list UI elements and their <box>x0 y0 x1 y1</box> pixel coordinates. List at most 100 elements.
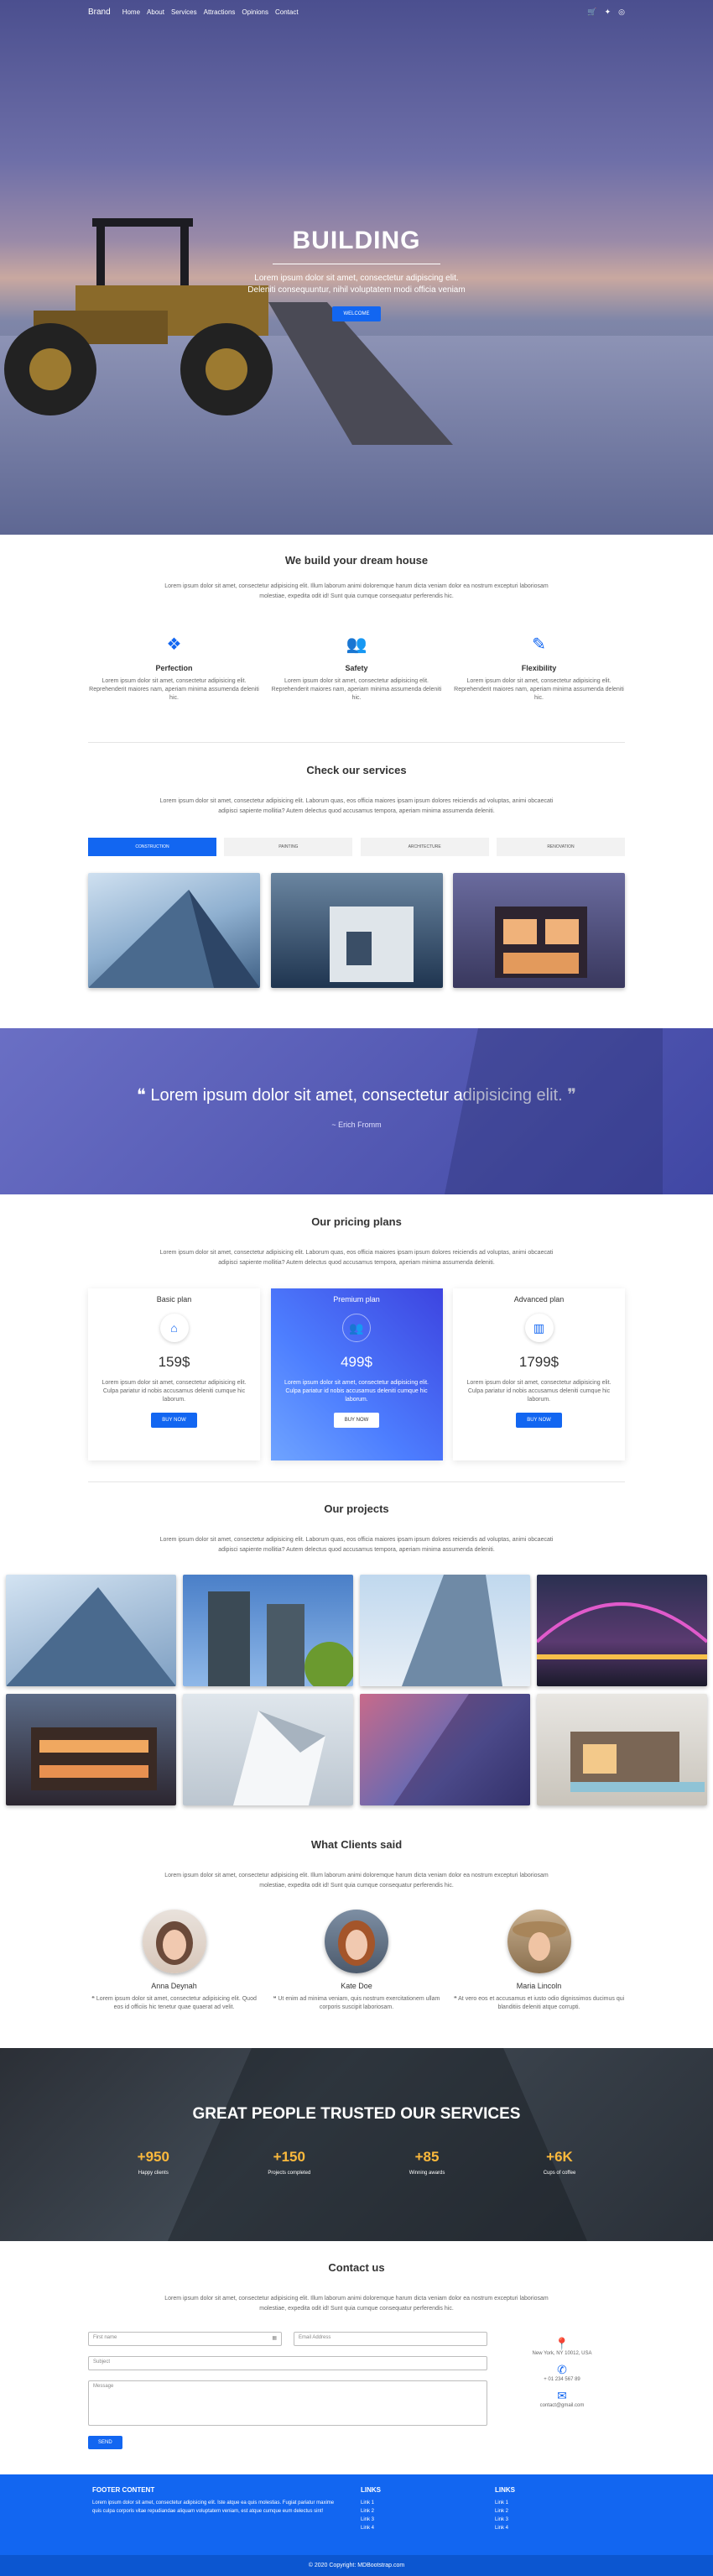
feature-flexibility: ✎ Flexibility Lorem ipsum dolor sit amet… <box>453 634 625 703</box>
project-image[interactable] <box>360 1694 530 1805</box>
nav-attractions[interactable]: Attractions <box>204 8 236 16</box>
users-icon: 👥 <box>342 1314 371 1342</box>
project-image[interactable] <box>183 1694 353 1805</box>
client-quote: Lorem ipsum dolor sit amet, consectetur … <box>96 1996 257 2010</box>
chart-icon: ▥ <box>525 1314 554 1342</box>
services-section: Check our services Lorem ipsum dolor sit… <box>0 764 713 817</box>
tab-construction[interactable]: Construction <box>88 838 216 856</box>
nav-opinions[interactable]: Opinions <box>242 8 268 16</box>
map-marker-icon: 📍 <box>554 2337 570 2350</box>
buy-now-button[interactable]: Buy now <box>333 1413 380 1428</box>
send-button[interactable]: Send <box>88 2436 122 2449</box>
buy-now-button[interactable]: Buy now <box>151 1413 197 1428</box>
plan-name: Advanced plan <box>513 1295 565 1304</box>
building-background <box>168 2048 587 2241</box>
email-field[interactable]: Email Address <box>294 2332 487 2346</box>
project-image[interactable] <box>360 1575 530 1686</box>
quote-open-icon: ❝ <box>137 1086 151 1105</box>
footer-links-2: LINKS Link 1 Link 2 Link 3 Link 4 <box>495 2486 579 2532</box>
footer-link[interactable]: Link 1 <box>361 2499 445 2507</box>
message-field[interactable]: Message <box>88 2380 487 2426</box>
welcome-button[interactable]: Welcome <box>332 306 381 321</box>
brand-logo[interactable]: Brand <box>88 8 111 17</box>
address: New York, NY 10012, USA <box>532 2351 592 2356</box>
divider <box>88 1481 625 1482</box>
pricing-title: Our pricing plans <box>311 1215 402 1228</box>
service-image[interactable] <box>270 873 443 988</box>
project-image[interactable] <box>6 1575 176 1686</box>
footer-link[interactable]: Link 2 <box>495 2507 579 2516</box>
links-title: LINKS <box>495 2486 515 2494</box>
feature-title: Perfection <box>155 664 193 672</box>
divider <box>88 742 625 743</box>
projects-desc: Lorem ipsum dolor sit amet, consectetur … <box>159 1537 554 1553</box>
cart-icon[interactable]: 🛒 <box>587 8 596 17</box>
nav-about[interactable]: About <box>147 8 164 16</box>
service-images <box>88 873 625 988</box>
feature-safety: 👥 Safety Lorem ipsum dolor sit amet, con… <box>271 634 443 703</box>
cubes-icon: ❖ <box>166 635 182 654</box>
nav-home[interactable]: Home <box>122 8 140 16</box>
stat-number: +950 <box>137 2149 169 2165</box>
calendar-icon: ▦ <box>272 2336 277 2341</box>
feature-text: Lorem ipsum dolor sit amet, consectetur … <box>454 678 624 701</box>
tab-renovation[interactable]: Renovation <box>496 838 625 856</box>
footer-link[interactable]: Link 3 <box>495 2516 579 2524</box>
service-image[interactable] <box>453 873 625 988</box>
hero-section: BUILDING Lorem ipsum dolor sit amet, con… <box>0 0 713 535</box>
client-quote: Ut enim ad minima veniam, quis nostrum e… <box>278 1996 440 2010</box>
stat-number: +6K <box>546 2149 573 2165</box>
dream-section: We build your dream house Lorem ipsum do… <box>0 554 713 602</box>
tab-architecture[interactable]: Architecture <box>360 838 489 856</box>
projects-section: Our projects Lorem ipsum dolor sit amet,… <box>0 1502 713 1555</box>
hero-content: BUILDING Lorem ipsum dolor sit amet, con… <box>0 227 713 321</box>
plan-advanced: Advanced plan ▥ 1799$ Lorem ipsum dolor … <box>453 1288 625 1460</box>
features-row: ❖ Perfection Lorem ipsum dolor sit amet,… <box>88 634 625 703</box>
plan-price: 1799$ <box>518 1354 559 1370</box>
home-icon: ⌂ <box>160 1314 189 1342</box>
client-text: ❝ Lorem ipsum dolor sit amet, consectetu… <box>88 1995 260 2012</box>
contact-desc: Lorem ipsum dolor sit amet, consectetur … <box>164 2296 549 2312</box>
nav-services[interactable]: Services <box>171 8 197 16</box>
contact-section: Contact us Lorem ipsum dolor sit amet, c… <box>0 2261 713 2314</box>
plan-basic: Basic plan ⌂ 159$ Lorem ipsum dolor sit … <box>88 1288 260 1460</box>
testimonial: Kate Doe ❝ Ut enim ad minima veniam, qui… <box>271 1910 443 2012</box>
dream-title: We build your dream house <box>284 554 429 567</box>
email[interactable]: contact@gmail.com <box>503 2403 621 2408</box>
stat-happy-clients: +950 Happy clients <box>138 2149 169 2176</box>
nav-contact[interactable]: Contact <box>275 8 299 16</box>
envelope-icon: ✉ <box>557 2389 567 2402</box>
tab-painting[interactable]: Painting <box>224 838 353 856</box>
testimonial: Maria Lincoln ❝ At vero eos et accusamus… <box>453 1910 625 2012</box>
footer-link[interactable]: Link 4 <box>361 2524 445 2532</box>
project-image[interactable] <box>537 1694 707 1805</box>
project-image[interactable] <box>6 1694 176 1805</box>
magic-icon: ✎ <box>532 635 546 654</box>
first-name-field[interactable]: First name ▦ <box>88 2332 282 2346</box>
contact-title: Contact us <box>328 2261 385 2274</box>
copyright-bar: © 2020 Copyright: MDBootstrap.com <box>0 2555 713 2576</box>
avatar <box>142 1910 206 1973</box>
footer-link[interactable]: Link 2 <box>361 2507 445 2516</box>
subject-field[interactable]: Subject <box>88 2356 487 2370</box>
footer-link[interactable]: Link 1 <box>495 2499 579 2507</box>
phone: + 01 234 567 89 <box>544 2377 580 2382</box>
dream-desc: Lorem ipsum dolor sit amet, consectetur … <box>164 583 549 599</box>
feature-text: Lorem ipsum dolor sit amet, consectetur … <box>271 678 442 701</box>
clients-section: What Clients said Lorem ipsum dolor sit … <box>0 1838 713 1891</box>
service-image[interactable] <box>88 873 260 988</box>
footer-link[interactable]: Link 3 <box>361 2516 445 2524</box>
pricing-desc: Lorem ipsum dolor sit amet, consectetur … <box>159 1250 554 1266</box>
twitter-icon[interactable]: ✦ <box>605 8 612 17</box>
project-image[interactable] <box>537 1575 707 1686</box>
projects-title: Our projects <box>324 1502 389 1515</box>
project-image[interactable] <box>183 1575 353 1686</box>
buy-now-button[interactable]: Buy now <box>516 1413 562 1428</box>
stat-awards: +85 Winning awards <box>409 2149 445 2176</box>
plan-price: 499$ <box>341 1354 372 1370</box>
plan-text: Lorem ipsum dolor sit amet, consectetur … <box>466 1380 612 1403</box>
footer-link[interactable]: Link 4 <box>495 2524 579 2532</box>
plan-name: Basic plan <box>156 1295 192 1304</box>
instagram-icon[interactable]: ◎ <box>618 8 625 17</box>
projects-grid <box>6 1575 707 1805</box>
